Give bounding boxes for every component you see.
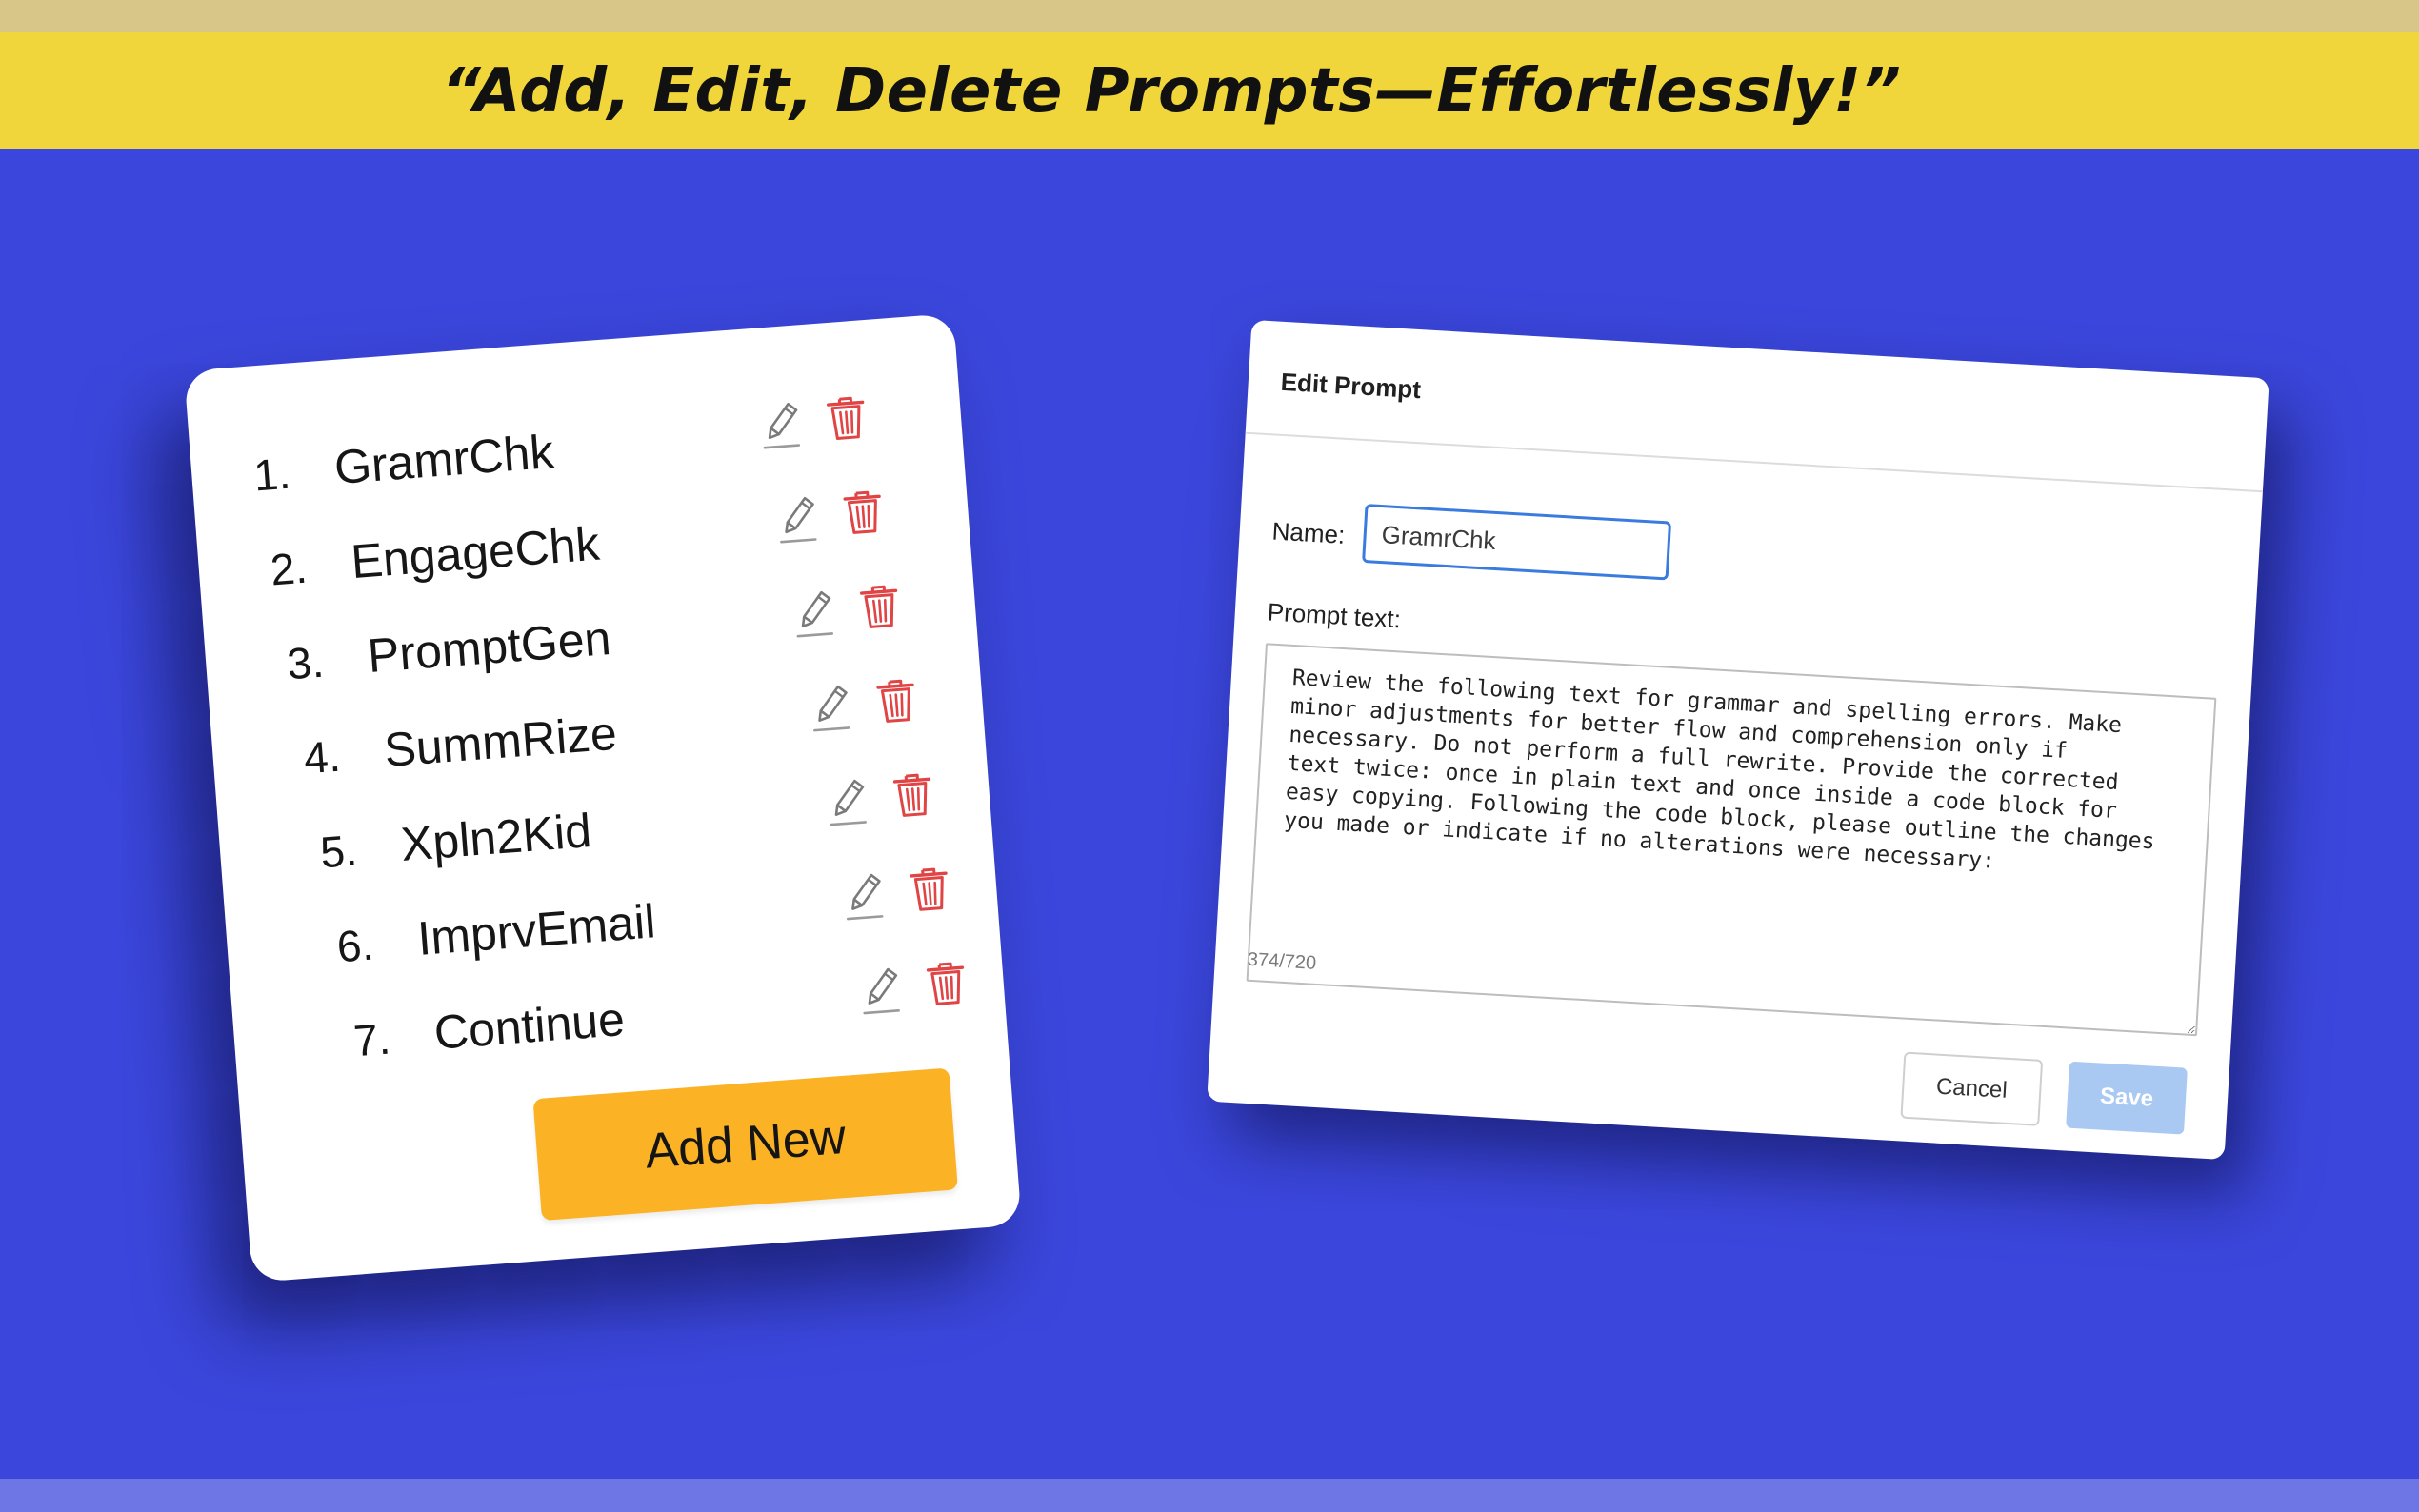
pencil-icon[interactable] bbox=[774, 491, 824, 547]
bottom-strip bbox=[0, 1479, 2419, 1512]
edit-prompt-dialog: Edit Prompt Name: Prompt text: Review th… bbox=[1207, 319, 2269, 1161]
character-counter: 374/720 bbox=[1247, 948, 1317, 974]
list-item-name: ImprvEmail bbox=[415, 894, 657, 965]
list-item-name: SummRize bbox=[382, 706, 619, 777]
cancel-button[interactable]: Cancel bbox=[1900, 1051, 2044, 1126]
prompt-text-label: Prompt text: bbox=[1267, 597, 1402, 634]
list-item-number: 4. bbox=[302, 730, 343, 784]
dialog-title: Edit Prompt bbox=[1279, 367, 1422, 405]
save-button[interactable]: Save bbox=[2066, 1061, 2188, 1135]
pencil-icon[interactable] bbox=[808, 680, 857, 736]
name-label: Name: bbox=[1270, 516, 1347, 549]
list-item-name: Xpln2Kid bbox=[398, 804, 593, 871]
name-input[interactable] bbox=[1362, 504, 1672, 581]
list-item-name: PromptGen bbox=[366, 610, 613, 684]
list-item-number: 6. bbox=[334, 919, 376, 972]
prompt-text-area[interactable]: Review the following text for grammar an… bbox=[1246, 643, 2217, 1037]
list-item-name: EngageChk bbox=[349, 516, 602, 589]
trash-icon[interactable] bbox=[907, 864, 952, 916]
list-item-number: 5. bbox=[318, 825, 359, 878]
trash-icon[interactable] bbox=[824, 392, 870, 445]
prompt-list-card: 1. GramrChk 2. EngageChk 3. PromptGen 4. SummRi… bbox=[184, 312, 1022, 1283]
pencil-icon[interactable] bbox=[857, 963, 907, 1019]
pencil-icon[interactable] bbox=[790, 586, 840, 642]
list-item-number: 2. bbox=[269, 542, 310, 595]
trash-icon[interactable] bbox=[890, 769, 936, 822]
list-item-number: 1. bbox=[251, 448, 292, 501]
headline-banner: “Add, Edit, Delete Prompts—Effortlessly!… bbox=[0, 32, 2419, 149]
trash-icon[interactable] bbox=[873, 675, 919, 727]
list-item-name: Continue bbox=[431, 992, 627, 1060]
pencil-icon[interactable] bbox=[757, 397, 807, 453]
list-item-number: 7. bbox=[351, 1013, 392, 1066]
trash-icon[interactable] bbox=[857, 581, 903, 633]
pencil-icon[interactable] bbox=[841, 868, 890, 925]
headline-text: “Add, Edit, Delete Prompts—Effortlessly!… bbox=[441, 55, 1902, 127]
pencil-icon[interactable] bbox=[824, 774, 873, 830]
prompt-list: 1. GramrChk 2. EngageChk 3. PromptGen 4. SummRi… bbox=[189, 370, 1008, 1093]
list-item-number: 3. bbox=[285, 636, 326, 689]
top-strip bbox=[0, 0, 2419, 32]
dialog-divider bbox=[1245, 431, 2263, 493]
list-item-name: GramrChk bbox=[332, 424, 556, 495]
trash-icon[interactable] bbox=[924, 958, 970, 1010]
add-new-button[interactable]: Add New bbox=[532, 1067, 958, 1222]
trash-icon[interactable] bbox=[840, 487, 886, 539]
